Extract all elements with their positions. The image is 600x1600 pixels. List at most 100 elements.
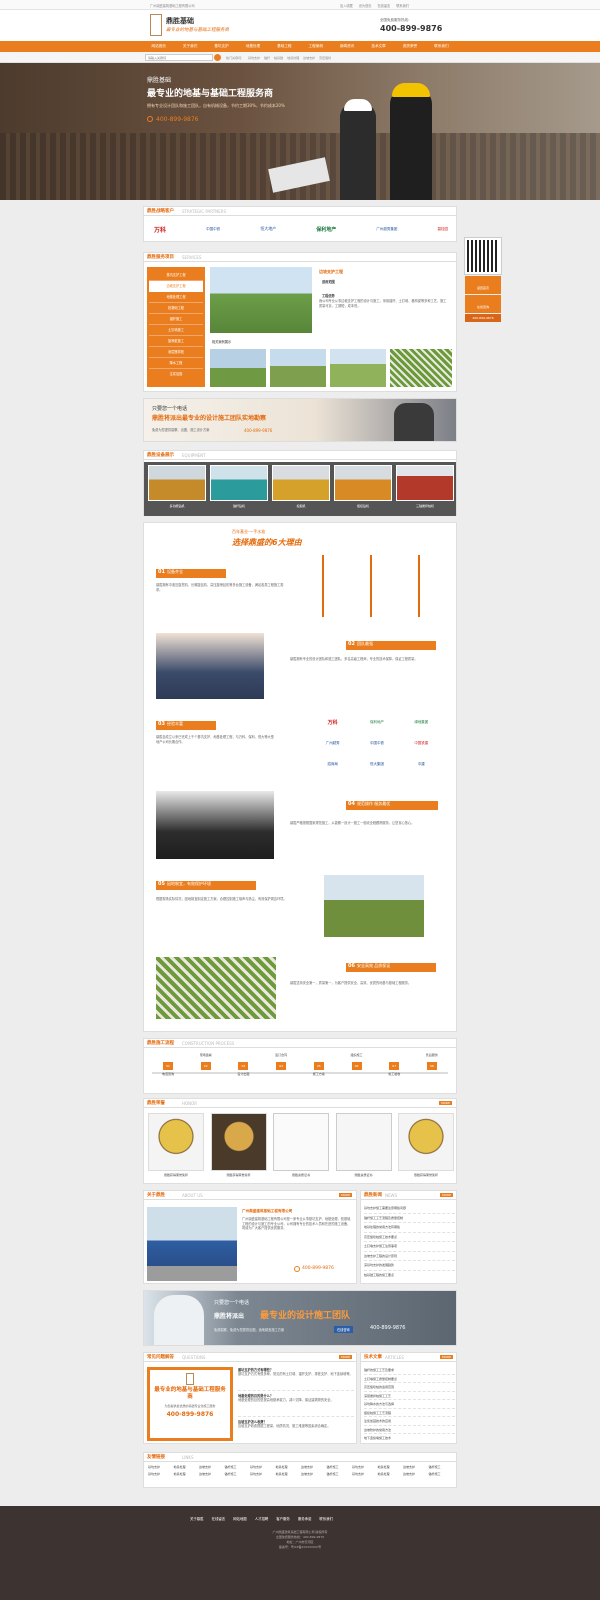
friend-link[interactable]: 基坑支护 (352, 1465, 378, 1469)
case-image[interactable] (210, 349, 266, 387)
article-item[interactable]: 地下连续墙施工技术 (364, 1434, 455, 1443)
float-consult-button[interactable]: 在线咨询 (465, 295, 501, 313)
friend-link[interactable]: 边坡支护 (199, 1472, 225, 1476)
hot-word[interactable]: 锚杆 (264, 56, 270, 60)
hot-word[interactable]: 地基处理 (287, 56, 299, 60)
friend-link[interactable]: 边坡支护 (199, 1465, 225, 1469)
top-link[interactable]: 在线留言 (378, 3, 391, 8)
equipment-item[interactable]: 旋挖钻机 (334, 465, 392, 508)
nav-item[interactable]: 新闻资讯 (331, 41, 362, 52)
news-item[interactable]: 桩基础工程的施工要点 (364, 1271, 455, 1281)
more-link[interactable]: MORE (339, 1355, 352, 1359)
honor-item[interactable]: 鼎胜资质证书 (335, 1113, 392, 1177)
news-item[interactable]: 高压旋喷桩施工技术要点 (364, 1233, 455, 1242)
nav-item[interactable]: 网站首页 (143, 41, 174, 52)
service-menu-item[interactable]: 土钉墙施工 (149, 325, 203, 336)
service-menu-item[interactable]: 边坡支护工程 (149, 281, 203, 292)
footer-link[interactable]: 客户服务 (276, 1516, 290, 1521)
logo-mark[interactable] (150, 14, 162, 36)
article-item[interactable]: 注浆加固技术的应用 (364, 1417, 455, 1426)
partner-logo[interactable]: 碧桂园 (438, 227, 449, 232)
article-item[interactable]: 锚杆的施工工艺及要求 (364, 1366, 455, 1375)
article-item[interactable]: 旋挖桩施工工艺流程 (364, 1409, 455, 1417)
more-link[interactable]: MORE (339, 1193, 352, 1197)
honor-item[interactable]: 鼎胜获得荣誉奖杯 (210, 1113, 267, 1177)
article-item[interactable]: 土钉墙施工质量控制要点 (364, 1375, 455, 1383)
footer-link[interactable]: 联系我们 (319, 1516, 333, 1521)
more-link[interactable]: MORE (440, 1193, 453, 1197)
feature-title[interactable]: 边坡支护工程 (319, 269, 343, 275)
article-item[interactable]: 基坑降水的方法与选择 (364, 1400, 455, 1409)
search-icon[interactable] (214, 54, 221, 61)
service-menu-item[interactable]: 锚杆施工 (149, 314, 203, 325)
nav-item[interactable]: 地基处理 (237, 41, 268, 52)
footer-link[interactable]: 人才招聘 (255, 1516, 269, 1521)
nav-item[interactable]: 工程案例 (300, 41, 331, 52)
news-item[interactable]: 地基处理的常用方法有哪些 (364, 1223, 455, 1233)
partner-logo[interactable]: 恒大地产 (260, 226, 276, 232)
friend-link[interactable]: 边坡支护 (403, 1472, 429, 1476)
friend-link[interactable]: 锚杆施工 (225, 1472, 251, 1476)
honor-item[interactable]: 鼎胜获得荣誉奖杯 (398, 1113, 454, 1177)
nav-item[interactable]: 基础工程 (269, 41, 300, 52)
partner-logo[interactable]: 中国中铁 (206, 227, 220, 232)
top-link[interactable]: 设为首页 (359, 3, 372, 8)
partner-logo[interactable]: 保利地产 (316, 226, 336, 233)
friend-link[interactable]: 基坑支护 (250, 1465, 276, 1469)
friend-link[interactable]: 基坑支护 (148, 1465, 174, 1469)
friend-link[interactable]: 地基处理 (276, 1465, 302, 1469)
footer-link[interactable]: 服务承诺 (298, 1516, 312, 1521)
friend-link[interactable]: 地基处理 (276, 1472, 302, 1476)
friend-link[interactable]: 锚杆施工 (429, 1472, 455, 1476)
service-menu-item[interactable]: 深层搅拌桩 (149, 347, 203, 358)
equipment-item[interactable]: 挖掘机 (272, 465, 330, 508)
news-item[interactable]: 基坑支护施工需要注意哪些问题 (364, 1204, 455, 1214)
equipment-item[interactable]: 锚杆钻机 (210, 465, 268, 508)
nav-item[interactable]: 资质荣誉 (394, 41, 425, 52)
friend-link[interactable]: 基坑支护 (352, 1472, 378, 1476)
friend-link[interactable]: 边坡支护 (301, 1472, 327, 1476)
friend-link[interactable]: 地基处理 (378, 1472, 404, 1476)
service-menu-item[interactable]: 地基处理工程 (149, 292, 203, 303)
service-menu-item[interactable]: 基坑支护工程 (149, 270, 203, 281)
top-link[interactable]: 联系我们 (396, 3, 409, 8)
friend-link[interactable]: 基坑支护 (250, 1472, 276, 1476)
service-menu-item[interactable]: 注浆加固 (149, 369, 203, 380)
hot-word[interactable]: 桩基础 (274, 56, 283, 60)
faq-item[interactable]: 边坡支护怎么收费？ 边坡支护收费根据工程量、地质情况、施工难度等因素综合确定。 (238, 1419, 354, 1443)
honor-item[interactable]: 鼎胜资质证书 (273, 1113, 329, 1177)
service-menu-item[interactable]: 降水工程 (149, 358, 203, 369)
friend-link[interactable]: 地基处理 (174, 1465, 200, 1469)
footer-link[interactable]: 网站地图 (233, 1516, 247, 1521)
equipment-item[interactable]: 多功能钻机 (148, 465, 206, 508)
case-image[interactable] (270, 349, 326, 387)
friend-link[interactable]: 边坡支护 (403, 1465, 429, 1469)
friend-link[interactable]: 基坑支护 (148, 1472, 174, 1476)
hot-word[interactable]: 边坡支护 (303, 56, 315, 60)
nav-item[interactable]: 关于我们 (174, 41, 205, 52)
footer-link[interactable]: 在线留言 (212, 1516, 226, 1521)
service-menu-item[interactable]: 旋喷桩施工 (149, 336, 203, 347)
article-item[interactable]: 边坡防护的常用方法 (364, 1426, 455, 1434)
friend-link[interactable]: 地基处理 (378, 1465, 404, 1469)
consult-button[interactable]: 在线咨询 (334, 1326, 353, 1333)
partner-logo[interactable]: 广州越秀集团 (376, 227, 397, 232)
more-link[interactable]: MORE (439, 1101, 452, 1105)
equipment-item[interactable]: 三轴搅拌桩机 (396, 465, 454, 508)
float-home-button[interactable]: 返回首页 (465, 276, 501, 294)
news-item[interactable]: 锚杆施工工艺流程及质量控制 (364, 1214, 455, 1223)
faq-item[interactable]: 地基处理的目的是什么？ 地基处理的目的是提高地基承载力，减少沉降，保证建筑物的安全… (238, 1393, 354, 1417)
news-item[interactable]: 边坡支护工程的设计原则 (364, 1252, 455, 1261)
more-link[interactable]: MORE (440, 1355, 453, 1359)
hot-word[interactable]: 基坑支护 (248, 56, 260, 60)
footer-link[interactable]: 关于鼎胜 (190, 1516, 204, 1521)
friend-link[interactable]: 锚杆施工 (327, 1465, 353, 1469)
honor-item[interactable]: 鼎胜获得荣誉奖杯 (148, 1113, 204, 1177)
friend-link[interactable]: 边坡支护 (301, 1465, 327, 1469)
faq-item[interactable]: 基坑支护的方式有哪些？ 基坑支护方式有很多种，常见的有土钉墙、锚杆支护、排桩支护、… (238, 1367, 354, 1391)
case-image[interactable] (390, 349, 452, 387)
ad-banner-2[interactable]: 只要您一个电话 鼎胜将派出 最专业的设计施工团队 免费勘察、免费为您提供出图，适… (143, 1290, 457, 1346)
article-item[interactable]: 深层搅拌桩施工工艺 (364, 1392, 455, 1400)
friend-link[interactable]: 锚杆施工 (327, 1472, 353, 1476)
hot-word[interactable]: 高压旋喷 (319, 56, 331, 60)
